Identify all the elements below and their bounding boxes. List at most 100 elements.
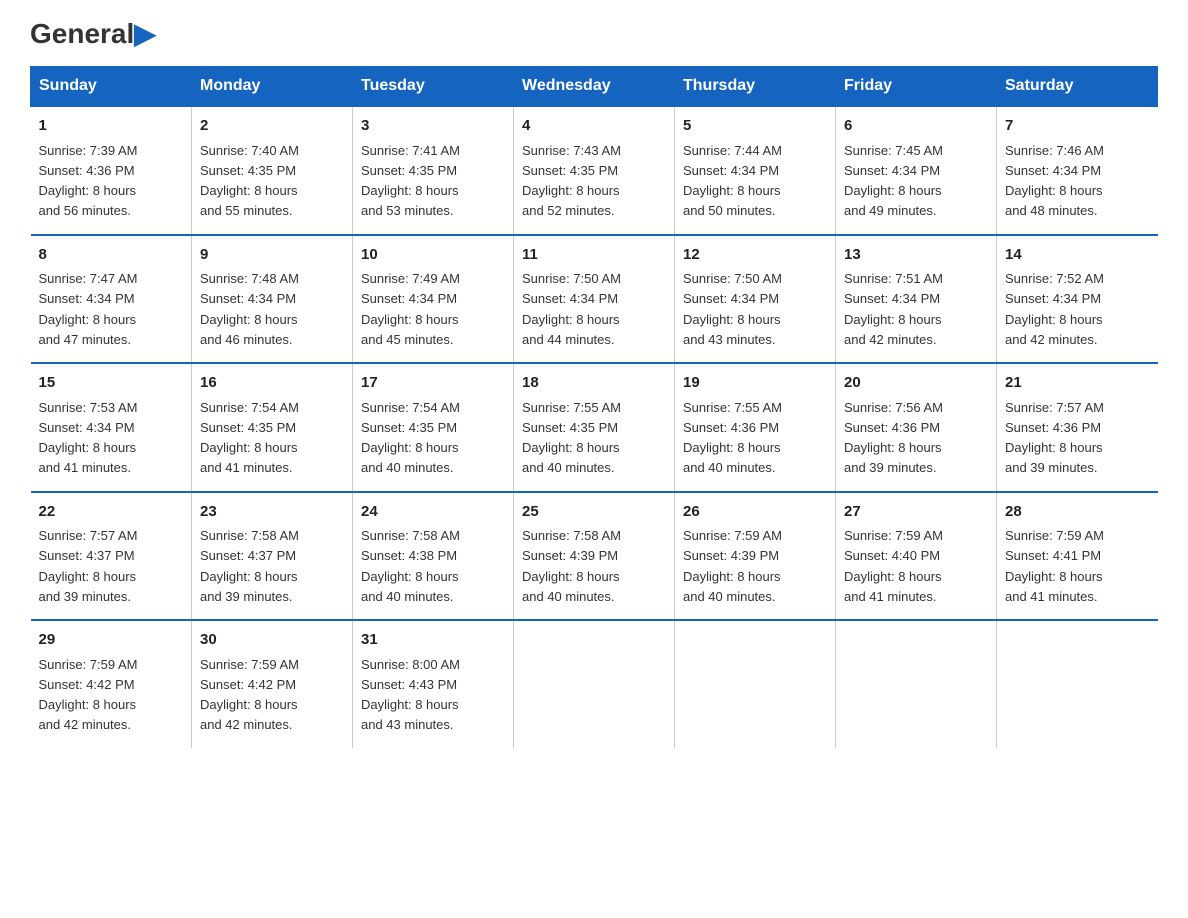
day-info: Sunrise: 7:59 AMSunset: 4:42 PMDaylight:…: [39, 657, 138, 733]
week-row-3: 15 Sunrise: 7:53 AMSunset: 4:34 PMDaylig…: [31, 363, 1158, 492]
day-info: Sunrise: 8:00 AMSunset: 4:43 PMDaylight:…: [361, 657, 460, 733]
day-number: 10: [361, 244, 505, 267]
col-header-wednesday: Wednesday: [514, 67, 675, 107]
day-number: 13: [844, 244, 988, 267]
day-info: Sunrise: 7:59 AMSunset: 4:39 PMDaylight:…: [683, 528, 782, 604]
week-row-1: 1 Sunrise: 7:39 AMSunset: 4:36 PMDayligh…: [31, 106, 1158, 235]
calendar-cell: 18 Sunrise: 7:55 AMSunset: 4:35 PMDaylig…: [514, 363, 675, 492]
day-info: Sunrise: 7:56 AMSunset: 4:36 PMDaylight:…: [844, 400, 943, 476]
calendar-cell: 28 Sunrise: 7:59 AMSunset: 4:41 PMDaylig…: [997, 492, 1158, 621]
day-number: 5: [683, 115, 827, 138]
calendar-cell: 4 Sunrise: 7:43 AMSunset: 4:35 PMDayligh…: [514, 106, 675, 235]
col-header-monday: Monday: [192, 67, 353, 107]
day-number: 21: [1005, 372, 1150, 395]
col-header-tuesday: Tuesday: [353, 67, 514, 107]
week-row-2: 8 Sunrise: 7:47 AMSunset: 4:34 PMDayligh…: [31, 235, 1158, 364]
day-number: 18: [522, 372, 666, 395]
week-row-5: 29 Sunrise: 7:59 AMSunset: 4:42 PMDaylig…: [31, 620, 1158, 748]
calendar-cell: 29 Sunrise: 7:59 AMSunset: 4:42 PMDaylig…: [31, 620, 192, 748]
calendar-cell: 24 Sunrise: 7:58 AMSunset: 4:38 PMDaylig…: [353, 492, 514, 621]
week-row-4: 22 Sunrise: 7:57 AMSunset: 4:37 PMDaylig…: [31, 492, 1158, 621]
day-info: Sunrise: 7:49 AMSunset: 4:34 PMDaylight:…: [361, 271, 460, 347]
day-info: Sunrise: 7:59 AMSunset: 4:40 PMDaylight:…: [844, 528, 943, 604]
day-number: 28: [1005, 501, 1150, 524]
day-number: 12: [683, 244, 827, 267]
calendar-cell: 8 Sunrise: 7:47 AMSunset: 4:34 PMDayligh…: [31, 235, 192, 364]
day-number: 30: [200, 629, 344, 652]
calendar-header-row: SundayMondayTuesdayWednesdayThursdayFrid…: [31, 67, 1158, 107]
day-info: Sunrise: 7:55 AMSunset: 4:35 PMDaylight:…: [522, 400, 621, 476]
calendar-cell: [997, 620, 1158, 748]
calendar-cell: 9 Sunrise: 7:48 AMSunset: 4:34 PMDayligh…: [192, 235, 353, 364]
day-info: Sunrise: 7:55 AMSunset: 4:36 PMDaylight:…: [683, 400, 782, 476]
day-info: Sunrise: 7:48 AMSunset: 4:34 PMDaylight:…: [200, 271, 299, 347]
day-number: 20: [844, 372, 988, 395]
day-info: Sunrise: 7:59 AMSunset: 4:42 PMDaylight:…: [200, 657, 299, 733]
day-number: 23: [200, 501, 344, 524]
calendar-cell: 11 Sunrise: 7:50 AMSunset: 4:34 PMDaylig…: [514, 235, 675, 364]
day-info: Sunrise: 7:51 AMSunset: 4:34 PMDaylight:…: [844, 271, 943, 347]
logo: General▶: [30, 20, 156, 46]
calendar-cell: 5 Sunrise: 7:44 AMSunset: 4:34 PMDayligh…: [675, 106, 836, 235]
day-number: 6: [844, 115, 988, 138]
day-info: Sunrise: 7:52 AMSunset: 4:34 PMDaylight:…: [1005, 271, 1104, 347]
calendar-cell: 21 Sunrise: 7:57 AMSunset: 4:36 PMDaylig…: [997, 363, 1158, 492]
calendar-cell: 17 Sunrise: 7:54 AMSunset: 4:35 PMDaylig…: [353, 363, 514, 492]
calendar-cell: 2 Sunrise: 7:40 AMSunset: 4:35 PMDayligh…: [192, 106, 353, 235]
day-number: 26: [683, 501, 827, 524]
day-number: 16: [200, 372, 344, 395]
day-number: 25: [522, 501, 666, 524]
day-number: 27: [844, 501, 988, 524]
day-info: Sunrise: 7:57 AMSunset: 4:37 PMDaylight:…: [39, 528, 138, 604]
day-number: 4: [522, 115, 666, 138]
calendar-cell: 20 Sunrise: 7:56 AMSunset: 4:36 PMDaylig…: [836, 363, 997, 492]
calendar-cell: [836, 620, 997, 748]
day-number: 11: [522, 244, 666, 267]
calendar-cell: 25 Sunrise: 7:58 AMSunset: 4:39 PMDaylig…: [514, 492, 675, 621]
calendar-cell: 27 Sunrise: 7:59 AMSunset: 4:40 PMDaylig…: [836, 492, 997, 621]
day-number: 22: [39, 501, 184, 524]
day-info: Sunrise: 7:58 AMSunset: 4:39 PMDaylight:…: [522, 528, 621, 604]
day-info: Sunrise: 7:46 AMSunset: 4:34 PMDaylight:…: [1005, 143, 1104, 219]
day-number: 3: [361, 115, 505, 138]
calendar-cell: 22 Sunrise: 7:57 AMSunset: 4:37 PMDaylig…: [31, 492, 192, 621]
day-info: Sunrise: 7:54 AMSunset: 4:35 PMDaylight:…: [361, 400, 460, 476]
col-header-sunday: Sunday: [31, 67, 192, 107]
calendar-cell: 23 Sunrise: 7:58 AMSunset: 4:37 PMDaylig…: [192, 492, 353, 621]
day-number: 17: [361, 372, 505, 395]
day-info: Sunrise: 7:47 AMSunset: 4:34 PMDaylight:…: [39, 271, 138, 347]
day-info: Sunrise: 7:50 AMSunset: 4:34 PMDaylight:…: [522, 271, 621, 347]
col-header-friday: Friday: [836, 67, 997, 107]
calendar-cell: [514, 620, 675, 748]
day-info: Sunrise: 7:41 AMSunset: 4:35 PMDaylight:…: [361, 143, 460, 219]
day-info: Sunrise: 7:57 AMSunset: 4:36 PMDaylight:…: [1005, 400, 1104, 476]
day-number: 19: [683, 372, 827, 395]
calendar-cell: 26 Sunrise: 7:59 AMSunset: 4:39 PMDaylig…: [675, 492, 836, 621]
day-number: 7: [1005, 115, 1150, 138]
calendar-cell: 7 Sunrise: 7:46 AMSunset: 4:34 PMDayligh…: [997, 106, 1158, 235]
day-info: Sunrise: 7:53 AMSunset: 4:34 PMDaylight:…: [39, 400, 138, 476]
day-info: Sunrise: 7:50 AMSunset: 4:34 PMDaylight:…: [683, 271, 782, 347]
calendar-cell: 14 Sunrise: 7:52 AMSunset: 4:34 PMDaylig…: [997, 235, 1158, 364]
day-number: 15: [39, 372, 184, 395]
day-number: 24: [361, 501, 505, 524]
day-number: 9: [200, 244, 344, 267]
col-header-thursday: Thursday: [675, 67, 836, 107]
col-header-saturday: Saturday: [997, 67, 1158, 107]
day-info: Sunrise: 7:58 AMSunset: 4:37 PMDaylight:…: [200, 528, 299, 604]
day-info: Sunrise: 7:43 AMSunset: 4:35 PMDaylight:…: [522, 143, 621, 219]
day-info: Sunrise: 7:40 AMSunset: 4:35 PMDaylight:…: [200, 143, 299, 219]
calendar-cell: 6 Sunrise: 7:45 AMSunset: 4:34 PMDayligh…: [836, 106, 997, 235]
page-header: General▶: [30, 20, 1158, 46]
day-info: Sunrise: 7:45 AMSunset: 4:34 PMDaylight:…: [844, 143, 943, 219]
day-number: 31: [361, 629, 505, 652]
calendar-cell: 1 Sunrise: 7:39 AMSunset: 4:36 PMDayligh…: [31, 106, 192, 235]
calendar-cell: 19 Sunrise: 7:55 AMSunset: 4:36 PMDaylig…: [675, 363, 836, 492]
day-number: 1: [39, 115, 184, 138]
day-number: 8: [39, 244, 184, 267]
calendar-cell: 15 Sunrise: 7:53 AMSunset: 4:34 PMDaylig…: [31, 363, 192, 492]
calendar-cell: 31 Sunrise: 8:00 AMSunset: 4:43 PMDaylig…: [353, 620, 514, 748]
calendar-cell: 13 Sunrise: 7:51 AMSunset: 4:34 PMDaylig…: [836, 235, 997, 364]
calendar-cell: 3 Sunrise: 7:41 AMSunset: 4:35 PMDayligh…: [353, 106, 514, 235]
day-number: 14: [1005, 244, 1150, 267]
